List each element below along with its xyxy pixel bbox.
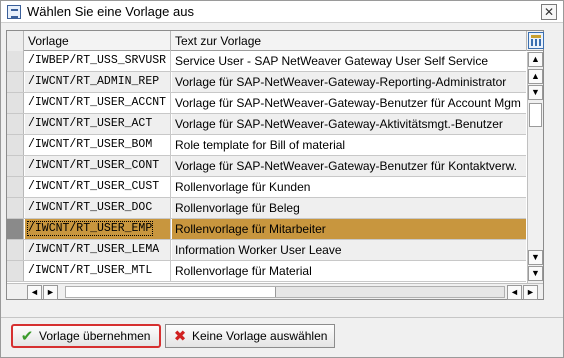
table-row[interactable]: /IWCNT/RT_USER_MTL Rollenvorlage für Mat… [7, 261, 526, 282]
row-selector[interactable] [7, 72, 24, 92]
row-selector[interactable] [7, 114, 24, 134]
scroll-down-icon[interactable]: ▼ [528, 266, 543, 281]
template-text-cell: Rollenvorlage für Kunden [175, 180, 311, 194]
table-row-selected[interactable]: /IWCNT/RT_USER_EMP Rollenvorlage für Mit… [7, 219, 526, 240]
template-text-cell: Vorlage für SAP-NetWeaver-Gateway-Benutz… [175, 96, 521, 110]
row-selector[interactable] [7, 177, 24, 197]
table-row[interactable]: /IWCNT/RT_USER_ACT Vorlage für SAP-NetWe… [7, 114, 526, 135]
table-row[interactable]: /IWBEP/RT_USS_SRVUSR Service User - SAP … [7, 51, 526, 72]
template-cell: /IWCNT/RT_USER_ACCNT [28, 96, 167, 109]
template-cell: /IWCNT/RT_USER_CUST [28, 180, 160, 193]
table-body: /IWBEP/RT_USS_SRVUSR Service User - SAP … [7, 51, 526, 282]
template-text-cell: Service User - SAP NetWeaver Gateway Use… [175, 54, 488, 68]
no-template-label: Keine Vorlage auswählen [192, 329, 328, 343]
column-header-template[interactable]: Vorlage [25, 31, 171, 51]
row-selector[interactable] [7, 51, 24, 71]
scroll-left-icon[interactable]: ◄ [507, 285, 522, 300]
column-header-text[interactable]: Text zur Vorlage [172, 31, 527, 51]
template-text-cell: Vorlage für SAP-NetWeaver-Gateway-Benutz… [175, 159, 517, 173]
row-selector[interactable] [7, 219, 24, 239]
table-layout-icon[interactable] [528, 32, 544, 49]
dialog-icon [7, 5, 21, 19]
template-text-cell: Information Worker User Leave [175, 243, 342, 257]
scroll-up-icon[interactable]: ▲ [528, 52, 543, 67]
scroll-down-icon[interactable]: ▼ [528, 250, 543, 265]
checkmark-icon: ✔ [20, 328, 34, 345]
accept-template-label: Vorlage übernehmen [39, 329, 151, 343]
table-row[interactable]: /IWCNT/RT_USER_CONT Vorlage für SAP-NetW… [7, 156, 526, 177]
row-selector[interactable] [7, 198, 24, 218]
template-cell: /IWCNT/RT_USER_EMP [26, 221, 154, 236]
dialog-title: Wählen Sie eine Vorlage aus [27, 4, 194, 19]
row-selector[interactable] [7, 156, 24, 176]
template-cell: /IWCNT/RT_USER_DOC [28, 201, 153, 214]
table-row[interactable]: /IWCNT/RT_ADMIN_REP Vorlage für SAP-NetW… [7, 72, 526, 93]
template-cell: /IWCNT/RT_USER_BOM [28, 138, 153, 151]
no-template-button[interactable]: ✖ Keine Vorlage auswählen [165, 324, 335, 348]
template-cell: /IWCNT/RT_ADMIN_REP [28, 75, 160, 88]
template-cell: /IWCNT/RT_USER_ACT [28, 117, 153, 130]
horizontal-scrollbar[interactable]: ◄ ► ◄ ► [7, 283, 543, 300]
table-row[interactable]: /IWCNT/RT_USER_CUST Rollenvorlage für Ku… [7, 177, 526, 198]
scroll-down-icon[interactable]: ▼ [528, 85, 543, 100]
table-header: Vorlage Text zur Vorlage [7, 31, 544, 51]
cancel-x-icon: ✖ [173, 328, 187, 345]
template-text-cell: Rollenvorlage für Beleg [175, 201, 300, 215]
template-cell: /IWCNT/RT_USER_CONT [28, 159, 160, 172]
template-selection-dialog: Wählen Sie eine Vorlage aus ✕ Vorlage Te… [0, 0, 564, 358]
accept-template-button[interactable]: ✔ Vorlage übernehmen [11, 324, 161, 348]
title-bar: Wählen Sie eine Vorlage aus ✕ [1, 1, 563, 23]
template-text-cell: Vorlage für SAP-NetWeaver-Gateway-Aktivi… [175, 117, 503, 131]
row-selector[interactable] [7, 135, 24, 155]
template-cell: /IWCNT/RT_USER_MTL [28, 264, 153, 277]
scroll-right-icon[interactable]: ► [43, 285, 58, 300]
row-selector[interactable] [7, 240, 24, 260]
template-text-cell: Rollenvorlage für Mitarbeiter [175, 222, 326, 236]
scroll-right-icon[interactable]: ► [523, 285, 538, 300]
horizontal-scroll-track[interactable] [65, 286, 505, 298]
template-text-cell: Rollenvorlage für Material [175, 264, 312, 278]
table-row[interactable]: /IWCNT/RT_USER_LEMA Information Worker U… [7, 240, 526, 261]
close-icon[interactable]: ✕ [541, 4, 557, 20]
template-cell: /IWBEP/RT_USS_SRVUSR [28, 54, 167, 67]
vertical-scroll-thumb[interactable] [529, 103, 542, 127]
horizontal-scroll-thumb[interactable] [66, 287, 276, 297]
table-row[interactable]: /IWCNT/RT_USER_BOM Role template for Bil… [7, 135, 526, 156]
table-row[interactable]: /IWCNT/RT_USER_ACCNT Vorlage für SAP-Net… [7, 93, 526, 114]
template-text-cell: Vorlage für SAP-NetWeaver-Gateway-Report… [175, 75, 507, 89]
template-text-cell: Role template for Bill of material [175, 138, 346, 152]
table-row[interactable]: /IWCNT/RT_USER_DOC Rollenvorlage für Bel… [7, 198, 526, 219]
vertical-scrollbar[interactable]: ▲ ▲ ▼ ▼ ▼ [527, 52, 543, 283]
scroll-left-icon[interactable]: ◄ [27, 285, 42, 300]
row-selector[interactable] [7, 261, 24, 281]
divider [1, 317, 563, 318]
scroll-up-icon[interactable]: ▲ [528, 69, 543, 84]
template-table: Vorlage Text zur Vorlage /IWBEP/RT_USS_S… [6, 30, 544, 300]
template-cell: /IWCNT/RT_USER_LEMA [28, 243, 160, 256]
row-selector[interactable] [7, 93, 24, 113]
select-all-cell[interactable] [7, 31, 24, 51]
